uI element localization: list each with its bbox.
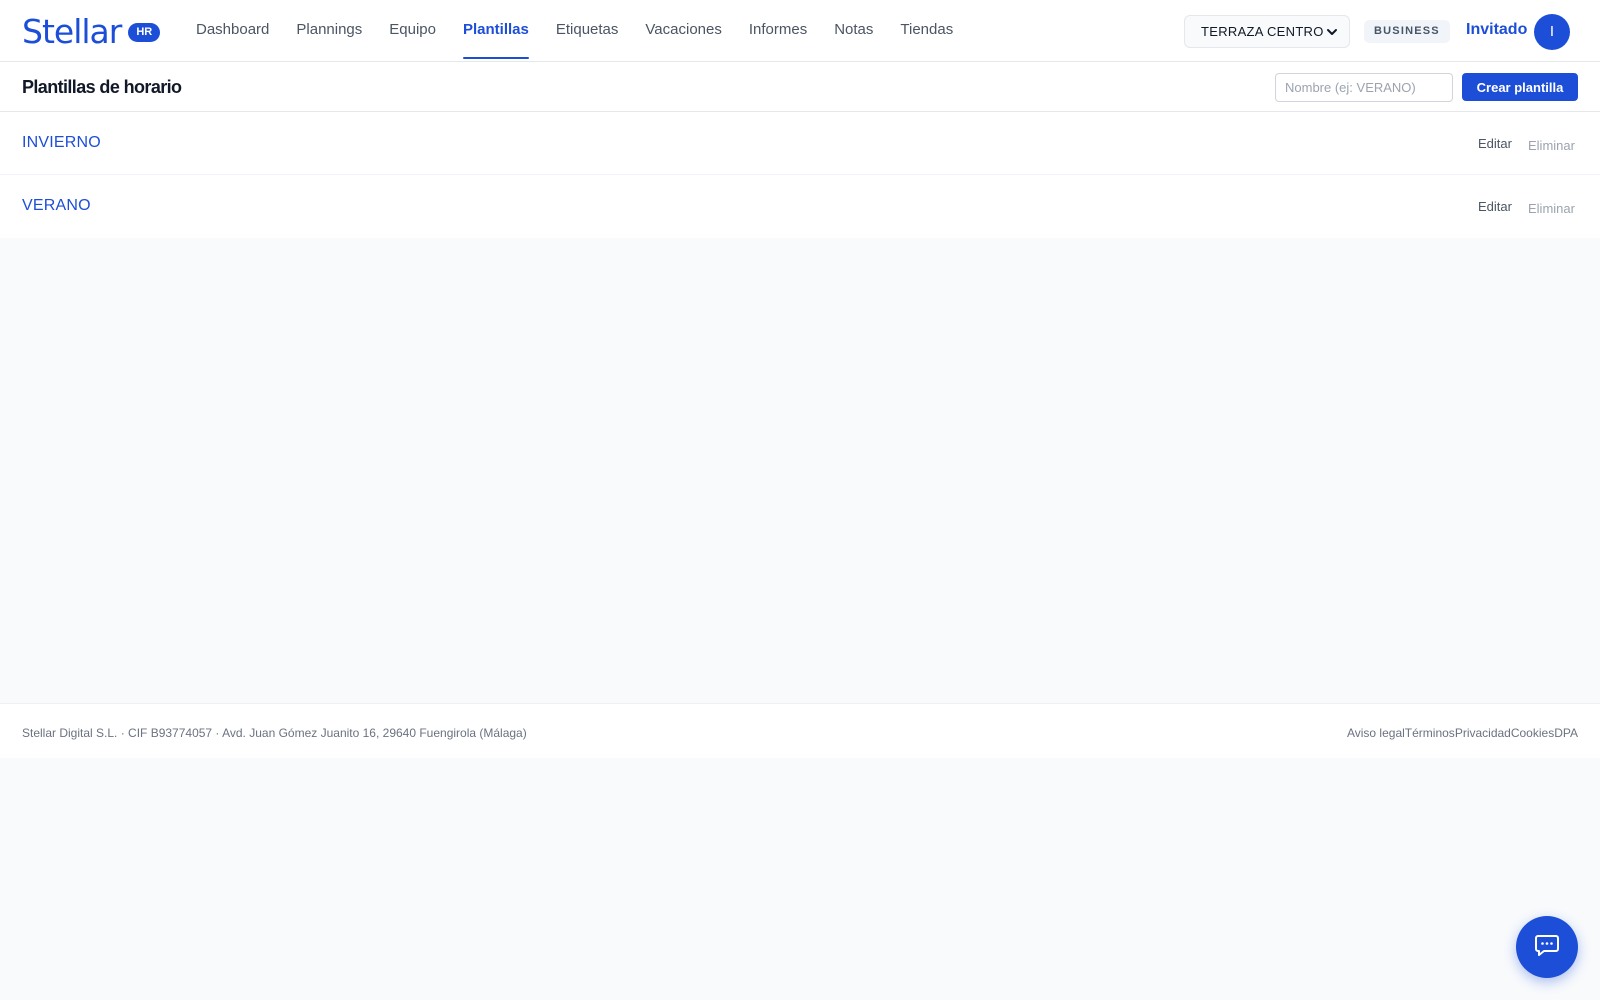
nav-item-equipo[interactable]: Equipo (389, 0, 436, 62)
footer-link-dpa[interactable]: DPA (1554, 726, 1578, 740)
nav-item-plantillas[interactable]: Plantillas (463, 0, 529, 62)
edit-button[interactable]: Editar (1478, 199, 1512, 214)
logo-text: Stellar (22, 11, 122, 51)
footer-link-aviso-legal[interactable]: Aviso legal (1347, 726, 1405, 740)
footer-company-info: Stellar Digital S.L. · CIF B93774057 · A… (22, 726, 527, 740)
chat-bubble-icon (1534, 932, 1560, 963)
top-navigation-bar: Stellar HR Dashboard Plannings Equipo Pl… (0, 0, 1600, 62)
chevron-down-icon (1326, 26, 1338, 41)
footer-link-terminos[interactable]: Términos (1405, 726, 1455, 740)
logo-badge: HR (128, 22, 161, 42)
nav-item-vacaciones[interactable]: Vacaciones (645, 0, 721, 62)
list-item: INVIERNO Editar Eliminar (0, 112, 1600, 175)
template-name-link[interactable]: INVIERNO (22, 134, 101, 152)
chat-button[interactable] (1516, 916, 1578, 978)
nav-item-notas[interactable]: Notas (834, 0, 873, 62)
store-select-value: TERRAZA CENTRO (1201, 24, 1324, 39)
main-nav: Dashboard Plannings Equipo Plantillas Et… (196, 0, 980, 62)
list-item: VERANO Editar Eliminar (0, 175, 1600, 238)
footer: Stellar Digital S.L. · CIF B93774057 · A… (0, 703, 1600, 758)
template-name-link[interactable]: VERANO (22, 197, 91, 215)
edit-button[interactable]: Editar (1478, 136, 1512, 151)
page-header: Plantillas de horario Crear plantilla (0, 62, 1600, 112)
plan-badge: BUSINESS (1364, 20, 1450, 43)
page-title: Plantillas de horario (22, 77, 182, 97)
user-name[interactable]: Invitado (1466, 21, 1527, 39)
nav-item-informes[interactable]: Informes (749, 0, 807, 62)
create-template-button[interactable]: Crear plantilla (1462, 73, 1578, 101)
footer-links: Aviso legal Términos Privacidad Cookies … (1347, 726, 1578, 740)
nav-item-tiendas[interactable]: Tiendas (900, 0, 953, 62)
avatar[interactable]: I (1534, 14, 1570, 50)
delete-button[interactable]: Eliminar (1528, 138, 1575, 153)
footer-link-cookies[interactable]: Cookies (1511, 726, 1554, 740)
nav-item-dashboard[interactable]: Dashboard (196, 0, 269, 62)
footer-link-privacidad[interactable]: Privacidad (1455, 726, 1511, 740)
templates-list: INVIERNO Editar Eliminar VERANO Editar E… (0, 112, 1600, 238)
nav-item-etiquetas[interactable]: Etiquetas (556, 0, 619, 62)
template-name-input[interactable] (1275, 73, 1453, 102)
delete-button[interactable]: Eliminar (1528, 201, 1575, 216)
nav-item-plannings[interactable]: Plannings (296, 0, 362, 62)
logo[interactable]: Stellar HR (22, 11, 161, 51)
store-select[interactable]: TERRAZA CENTRO (1184, 15, 1350, 48)
